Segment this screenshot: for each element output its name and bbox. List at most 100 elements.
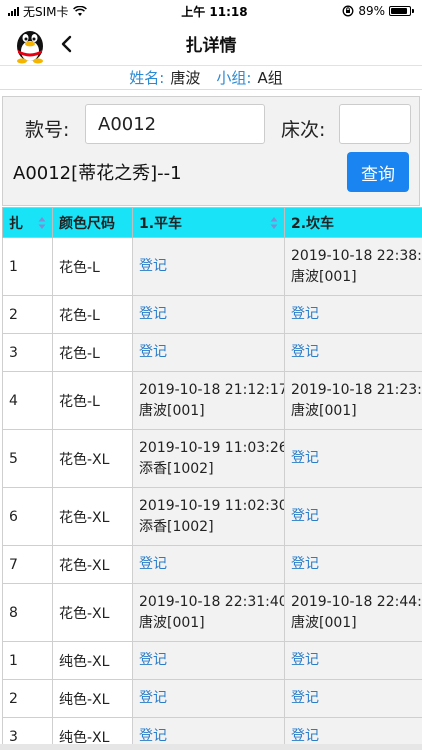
register-link[interactable]: 登记 (291, 344, 319, 360)
column-header-bundle[interactable]: 扎 (2, 207, 53, 238)
step1-cell: 登记 (132, 679, 285, 718)
register-link[interactable]: 登记 (139, 344, 167, 360)
step2-cell: 登记 (284, 679, 422, 718)
record-time: 2019-10-18 22:44:57 (291, 593, 422, 610)
color-size-cell: 花色-XL (52, 583, 133, 642)
bundle-number: 2 (9, 690, 18, 707)
bed-number-label: 床次: (281, 119, 326, 141)
color-size-value: 花色-L (59, 345, 100, 362)
bundle-cell: 1 (2, 237, 53, 296)
back-button[interactable] (54, 30, 78, 58)
bundle-cell: 2 (2, 295, 53, 334)
register-link[interactable]: 登记 (139, 728, 167, 744)
search-panel: 款号: 床次: A0012[蒂花之秀]--1 查询 (2, 96, 420, 206)
chevron-left-icon (61, 35, 72, 53)
color-size-value: 花色-XL (59, 451, 110, 468)
color-size-value: 花色-L (59, 259, 100, 276)
color-size-value: 花色-XL (59, 557, 110, 574)
step2-cell: 登记 (284, 295, 422, 334)
table-row: 7 花色-XL 登记 登记 (2, 545, 422, 584)
bundle-cell: 1 (2, 641, 53, 680)
column-header-step1[interactable]: 1.平车 (132, 207, 285, 238)
record-time: 2019-10-18 21:12:17 (139, 381, 285, 398)
query-button[interactable]: 查询 (347, 152, 409, 192)
register-link[interactable]: 登记 (291, 306, 319, 322)
register-link[interactable]: 登记 (139, 690, 167, 706)
table-row: 2 花色-L 登记 登记 (2, 295, 422, 334)
record-time: 2019-10-18 22:38:55 (291, 247, 422, 264)
register-link[interactable]: 登记 (291, 652, 319, 668)
bundle-number: 2 (9, 306, 18, 323)
record-worker: 唐波[001] (291, 402, 357, 419)
color-size-value: 花色-L (59, 307, 100, 324)
color-size-value: 花色-L (59, 393, 100, 410)
register-link[interactable]: 登记 (291, 450, 319, 466)
table-row: 2 纯色-XL 登记 登记 (2, 679, 422, 718)
step1-cell: 登记 (132, 237, 285, 296)
bed-number-input[interactable] (339, 104, 411, 144)
user-info-row: 姓名: 唐波 小组: A组 (0, 66, 422, 90)
record-time: 2019-10-19 11:03:26 (139, 439, 285, 456)
step2-cell: 登记 (284, 333, 422, 372)
step2-cell: 登记 (284, 487, 422, 546)
table-row: 1 花色-L 登记 2019-10-18 22:38:55 唐波[001] (2, 237, 422, 296)
qq-penguin-avatar (10, 24, 50, 64)
wifi-icon (72, 5, 87, 17)
bundle-number: 3 (9, 728, 18, 745)
register-link[interactable]: 登记 (139, 258, 167, 274)
bundle-number: 5 (9, 450, 18, 467)
column-header-color-size: 颜色尺码 (52, 207, 133, 238)
group-value: A组 (257, 69, 283, 87)
status-time: 上午 11:18 (181, 4, 248, 19)
step1-cell: 2019-10-19 11:03:26 添香[1002] (132, 429, 285, 488)
register-link[interactable]: 登记 (139, 652, 167, 668)
step1-cell: 2019-10-18 21:12:17 唐波[001] (132, 371, 285, 430)
style-number-input[interactable] (85, 104, 265, 144)
register-link[interactable]: 登记 (291, 508, 319, 524)
color-size-cell: 花色-L (52, 295, 133, 334)
table-row: 3 花色-L 登记 登记 (2, 333, 422, 372)
register-link[interactable]: 登记 (291, 728, 319, 744)
bundle-cell: 8 (2, 583, 53, 642)
name-value: 唐波 (170, 69, 201, 87)
status-bar: 无SIM卡 上午 11:18 89% (0, 0, 422, 22)
register-link[interactable]: 登记 (139, 556, 167, 572)
register-link[interactable]: 登记 (291, 556, 319, 572)
color-size-cell: 纯色-XL (52, 679, 133, 718)
register-link[interactable]: 登记 (291, 690, 319, 706)
name-label: 姓名: (129, 69, 165, 87)
color-size-value: 花色-XL (59, 509, 110, 526)
column-header-step2: 2.坎车 (284, 207, 422, 238)
nav-bar: 扎详情 (0, 22, 422, 66)
group-label: 小组: (216, 69, 252, 87)
sort-icon (38, 217, 46, 229)
bundle-cell: 4 (2, 371, 53, 430)
bundle-number: 8 (9, 604, 18, 621)
record-worker: 唐波[001] (291, 614, 357, 631)
color-size-value: 纯色-XL (59, 653, 110, 670)
record-worker: 添香[1002] (139, 460, 214, 477)
bundle-cell: 7 (2, 545, 53, 584)
step1-cell: 登记 (132, 641, 285, 680)
step1-cell: 2019-10-18 22:31:40 唐波[001] (132, 583, 285, 642)
table-row: 1 纯色-XL 登记 登记 (2, 641, 422, 680)
record-time: 2019-10-18 22:31:40 (139, 593, 285, 610)
bottom-edge (0, 744, 422, 750)
step1-cell: 登记 (132, 333, 285, 372)
sort-icon (270, 217, 278, 229)
table-body: 1 花色-L 登记 2019-10-18 22:38:55 唐波[001] 2 花色-L 登记… (2, 237, 422, 750)
bundle-cell: 5 (2, 429, 53, 488)
step2-cell: 登记 (284, 545, 422, 584)
bundle-table: 扎 颜色尺码 1.平车 2.坎车 1 花色-L 登记 2019-10-18 22:38… (2, 207, 422, 750)
color-size-value: 纯色-XL (59, 691, 110, 708)
register-link[interactable]: 登记 (139, 306, 167, 322)
signal-icon (8, 6, 19, 16)
record-time: 2019-10-18 21:23:32 (291, 381, 422, 398)
step1-cell: 登记 (132, 295, 285, 334)
color-size-cell: 花色-XL (52, 545, 133, 584)
color-size-cell: 花色-L (52, 371, 133, 430)
step2-cell: 2019-10-18 22:38:55 唐波[001] (284, 237, 422, 296)
record-worker: 唐波[001] (139, 614, 205, 631)
record-worker: 唐波[001] (291, 268, 357, 285)
bundle-number: 3 (9, 344, 18, 361)
